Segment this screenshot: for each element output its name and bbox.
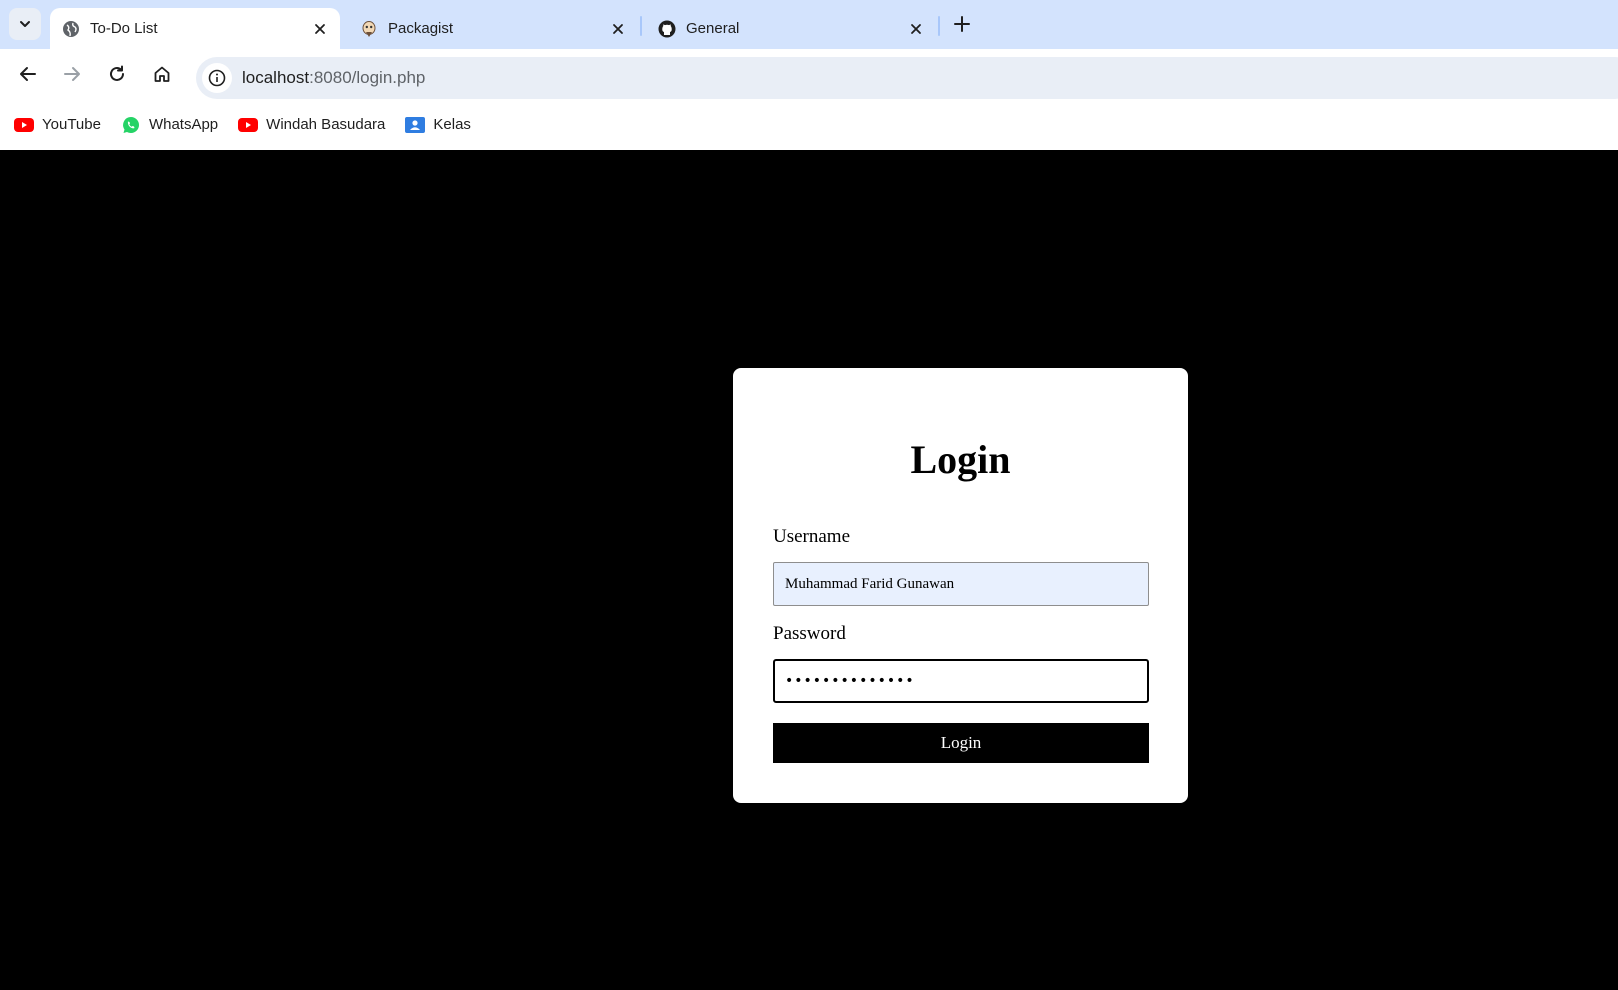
globe-icon xyxy=(62,20,80,38)
bookmark-label: WhatsApp xyxy=(148,116,219,133)
url-path: :8080/login.php xyxy=(309,68,426,87)
plus-icon xyxy=(954,16,970,32)
browser-toolbar: localhost:8080/login.php xyxy=(0,49,1618,99)
forward-button[interactable] xyxy=(56,58,88,90)
bookmark-youtube[interactable]: YouTube xyxy=(14,115,101,135)
close-icon[interactable] xyxy=(608,19,628,39)
youtube-icon xyxy=(14,115,34,135)
arrow-right-icon xyxy=(64,67,80,81)
page-content: Login Username Muhammad Farid Gunawan Pa… xyxy=(0,150,1618,990)
login-heading: Login xyxy=(910,437,1011,482)
close-icon[interactable] xyxy=(906,19,926,39)
url-text: localhost:8080/login.php xyxy=(242,68,425,88)
home-button[interactable] xyxy=(146,58,178,90)
tab-search-button[interactable] xyxy=(9,8,41,40)
username-value: Muhammad Farid Gunawan xyxy=(785,575,955,592)
password-label: Password xyxy=(773,623,846,644)
tab-general[interactable]: General xyxy=(646,8,936,49)
chevron-down-icon xyxy=(20,21,30,27)
bookmark-windah-basudara[interactable]: Windah Basudara xyxy=(238,115,385,135)
site-info-button[interactable] xyxy=(202,63,232,93)
tab-separator xyxy=(938,16,940,36)
password-mask: •••••••••••••• xyxy=(785,673,915,689)
bookmark-label: YouTube xyxy=(42,116,101,133)
close-icon[interactable] xyxy=(310,19,330,39)
username-label: Username xyxy=(773,526,851,547)
tab-title: General xyxy=(686,20,740,37)
tab-strip: To-Do List Packagist General xyxy=(0,0,1618,49)
url-host: localhost xyxy=(242,68,310,87)
arrow-left-icon xyxy=(20,67,36,81)
address-bar[interactable]: localhost:8080/login.php xyxy=(196,57,1618,99)
tab-packagist[interactable]: Packagist xyxy=(348,8,638,49)
tab-title: To-Do List xyxy=(90,20,158,37)
google-classroom-icon xyxy=(405,115,426,135)
bookmark-label: Windah Basudara xyxy=(266,116,386,133)
whatsapp-icon xyxy=(121,115,141,135)
bookmark-label: Kelas xyxy=(433,116,471,133)
new-tab-button[interactable] xyxy=(948,10,976,38)
bookmarks-bar: YouTube WhatsApp Windah Basudara Kelas xyxy=(0,99,1618,150)
username-input[interactable]: Muhammad Farid Gunawan xyxy=(773,562,1149,606)
tab-todo-list[interactable]: To-Do List xyxy=(50,8,340,49)
login-card: Login Username Muhammad Farid Gunawan Pa… xyxy=(733,368,1188,803)
password-input[interactable]: •••••••••••••• xyxy=(773,659,1149,703)
youtube-icon xyxy=(238,115,259,135)
bookmark-kelas[interactable]: Kelas xyxy=(405,115,471,135)
back-button[interactable] xyxy=(12,58,44,90)
info-icon xyxy=(208,69,226,87)
bookmark-whatsapp[interactable]: WhatsApp xyxy=(121,115,218,135)
home-icon xyxy=(154,66,170,82)
reload-button[interactable] xyxy=(101,58,133,90)
packagist-icon xyxy=(360,20,378,38)
github-icon xyxy=(658,20,676,38)
tab-separator xyxy=(640,16,642,36)
login-button[interactable]: Login xyxy=(773,723,1149,763)
reload-icon xyxy=(110,65,124,81)
tab-title: Packagist xyxy=(388,20,454,37)
